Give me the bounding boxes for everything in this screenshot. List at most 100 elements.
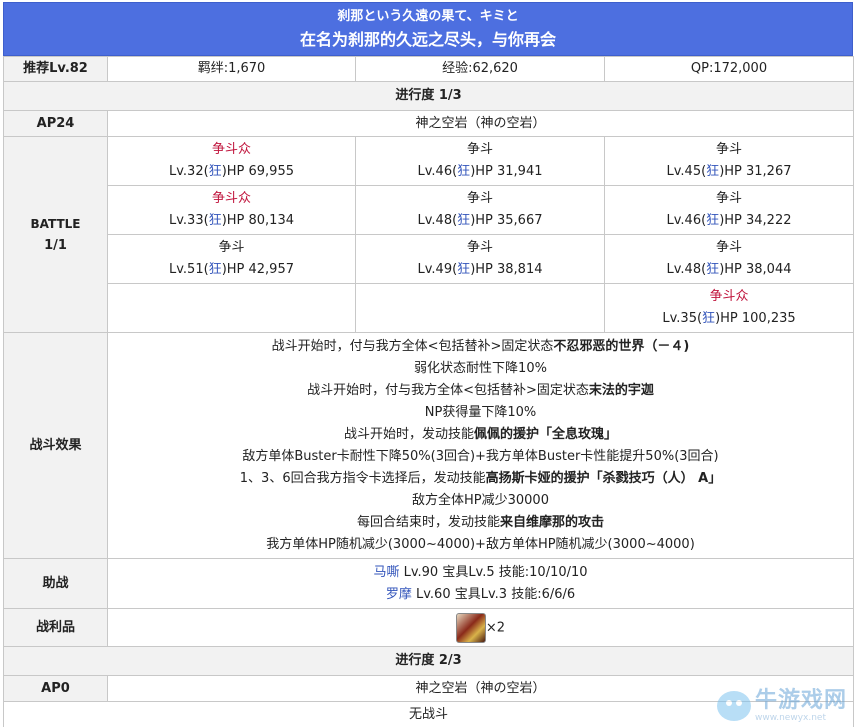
enemy-name: 争斗 bbox=[715, 240, 742, 255]
enemy-stats: Lv.33(狂)HP 80,134 bbox=[108, 210, 355, 232]
effect-line: 弱化状态耐性下降10% bbox=[108, 358, 853, 380]
ap-cost-1: AP24 bbox=[3, 110, 108, 137]
effect-line: 敌方全体HP减少30000 bbox=[108, 490, 853, 512]
enemy-name: 争斗 bbox=[715, 142, 742, 157]
enemy-level: Lv.48( bbox=[417, 213, 458, 228]
support-detail: Lv.90 宝具Lv.5 技能:10/10/10 bbox=[399, 564, 588, 580]
enemy-class-link[interactable]: 狂 bbox=[702, 311, 715, 326]
enemy-hp: )HP 34,222 bbox=[719, 213, 792, 228]
enemy-cell: 争斗众 Lv.32(狂)HP 69,955 bbox=[107, 136, 356, 186]
quest-header: 刹那という久遠の果て、キミと 在名为刹那的久远之尽头，与你再会 bbox=[3, 2, 853, 56]
enemy-cell: 争斗众 Lv.33(狂)HP 80,134 bbox=[107, 185, 356, 235]
effects-label: 战斗效果 bbox=[3, 332, 108, 559]
enemy-class-link[interactable]: 狂 bbox=[457, 262, 470, 277]
empty-enemy-cell bbox=[355, 283, 605, 333]
enemy-name: 争斗 bbox=[466, 142, 493, 157]
battle-title: BATTLE bbox=[30, 216, 81, 231]
support-label: 助战 bbox=[3, 558, 108, 609]
enemy-hp: )HP 31,941 bbox=[470, 164, 543, 179]
enemy-cell: 争斗 Lv.46(狂)HP 34,222 bbox=[604, 185, 854, 235]
empty-enemy-cell bbox=[107, 283, 356, 333]
enemy-name: 争斗 bbox=[466, 191, 493, 206]
enemy-level: Lv.49( bbox=[417, 262, 458, 277]
drops-label: 战利品 bbox=[3, 608, 108, 647]
enemy-hp: )HP 69,955 bbox=[221, 164, 294, 179]
effect-line: 我方单体HP随机减少(3000~4000)+敌方单体HP随机减少(3000~40… bbox=[108, 534, 853, 556]
battle-label: BATTLE 1/1 bbox=[3, 136, 108, 333]
enemy-stats: Lv.48(狂)HP 38,044 bbox=[605, 259, 853, 281]
enemy-level: Lv.46( bbox=[666, 213, 707, 228]
enemy-name: 争斗 bbox=[466, 240, 493, 255]
enemy-stats: Lv.35(狂)HP 100,235 bbox=[605, 308, 853, 330]
enemy-level: Lv.48( bbox=[666, 262, 707, 277]
enemy-cell: 争斗 Lv.51(狂)HP 42,957 bbox=[107, 234, 356, 284]
enemy-name: 争斗 bbox=[218, 240, 245, 255]
enemy-hp: )HP 100,235 bbox=[715, 311, 796, 326]
enemy-cell: 争斗 Lv.45(狂)HP 31,267 bbox=[604, 136, 854, 186]
enemy-stats: Lv.45(狂)HP 31,267 bbox=[605, 161, 853, 183]
enemy-cell: 争斗 Lv.46(狂)HP 31,941 bbox=[355, 136, 605, 186]
quest-panel: 刹那という久遠の果て、キミと 在名为刹那的久远之尽头，与你再会 推荐Lv.82 … bbox=[3, 2, 854, 727]
enemy-stats: Lv.46(狂)HP 31,941 bbox=[356, 161, 604, 183]
enemy-stats: Lv.32(狂)HP 69,955 bbox=[108, 161, 355, 183]
enemy-level: Lv.32( bbox=[168, 164, 209, 179]
watermark-name: 牛游戏网 bbox=[754, 688, 847, 713]
quest-table: 推荐Lv.82 羁绊:1,670 经验:62,620 QP:172,000 进行… bbox=[3, 56, 854, 727]
effect-line: 战斗开始时，付与我方全体<包括替补>固定状态末法的宇迦 bbox=[108, 380, 853, 402]
drop-count: ×2 bbox=[485, 620, 506, 635]
effect-line: 战斗开始时，付与我方全体<包括替补>固定状态不忍邪恶的世界（－４) bbox=[108, 336, 853, 358]
enemy-cell: 争斗 Lv.49(狂)HP 38,814 bbox=[355, 234, 605, 284]
material-item-icon[interactable] bbox=[455, 612, 486, 643]
effect-line: 战斗开始时，发动技能佩佩的援护「全息玫瑰」 bbox=[108, 424, 853, 446]
enemy-class-link[interactable]: 狂 bbox=[706, 262, 719, 277]
effects-list: 战斗开始时，付与我方全体<包括替补>固定状态不忍邪恶的世界（－４) 弱化状态耐性下… bbox=[107, 332, 854, 559]
support-detail: Lv.60 宝具Lv.3 技能:6/6/6 bbox=[411, 586, 576, 602]
effect-text: 1、3、6回合我方指令卡选择后，发动技能 bbox=[239, 471, 486, 486]
enemy-name: 争斗众 bbox=[709, 289, 749, 304]
drops-list: ×2 bbox=[107, 608, 854, 647]
effect-text: 战斗开始时，付与我方全体<包括替补>固定状态 bbox=[271, 339, 554, 354]
site-watermark: 牛游戏网 www.newyx.net bbox=[716, 688, 847, 723]
enemy-hp: )HP 35,667 bbox=[470, 213, 543, 228]
enemy-class-link[interactable]: 狂 bbox=[706, 213, 719, 228]
enemy-stats: Lv.51(狂)HP 42,957 bbox=[108, 259, 355, 281]
quest-title-cn: 在名为刹那的久远之尽头，与你再会 bbox=[299, 30, 556, 49]
enemy-stats: Lv.49(狂)HP 38,814 bbox=[356, 259, 604, 281]
enemy-class-link[interactable]: 狂 bbox=[457, 164, 470, 179]
quest-title-jp: 刹那という久遠の果て、キミと bbox=[337, 9, 519, 24]
enemy-hp: )HP 80,134 bbox=[221, 213, 294, 228]
enemy-hp: )HP 38,044 bbox=[719, 262, 792, 277]
ap-cost-2: AP0 bbox=[3, 675, 108, 702]
enemy-class-link[interactable]: 狂 bbox=[457, 213, 470, 228]
enemy-class-link[interactable]: 狂 bbox=[209, 164, 222, 179]
effect-skill-name: 来自维摩那的攻击 bbox=[500, 515, 605, 530]
effect-text: 敌方单体Buster卡耐性下降50%(3回合)+我方单体Buster卡性能提升5… bbox=[242, 449, 719, 464]
effect-line: 敌方单体Buster卡耐性下降50%(3回合)+我方单体Buster卡性能提升5… bbox=[108, 446, 853, 468]
support-servant-link[interactable]: 罗摩 bbox=[386, 587, 412, 602]
rec-level: 推荐Lv.82 bbox=[3, 56, 108, 82]
bond-value: 羁绊:1,670 bbox=[107, 56, 356, 82]
enemy-level: Lv.33( bbox=[168, 213, 209, 228]
enemy-name: 争斗 bbox=[715, 191, 742, 206]
effect-text: 每回合结束时，发动技能 bbox=[356, 515, 500, 530]
effect-text: NP获得量下降10% bbox=[424, 405, 537, 420]
enemy-class-link[interactable]: 狂 bbox=[209, 262, 222, 277]
effect-line: 1、3、6回合我方指令卡选择后，发动技能高扬斯卡娅的援护「杀戮技巧（人） A」 bbox=[108, 468, 853, 490]
support-list: 马嘶 Lv.90 宝具Lv.5 技能:10/10/10 罗摩 Lv.60 宝具L… bbox=[107, 558, 854, 609]
enemy-class-link[interactable]: 狂 bbox=[706, 164, 719, 179]
effect-text: 敌方全体HP减少30000 bbox=[412, 493, 549, 508]
effect-text: 战斗开始时，发动技能 bbox=[343, 427, 474, 442]
support-item: 马嘶 Lv.90 宝具Lv.5 技能:10/10/10 bbox=[108, 562, 853, 584]
support-servant-link[interactable]: 马嘶 bbox=[373, 565, 399, 580]
enemy-level: Lv.51( bbox=[168, 262, 209, 277]
enemy-name: 争斗众 bbox=[211, 191, 251, 206]
enemy-hp: )HP 31,267 bbox=[719, 164, 792, 179]
effect-skill-name: 高扬斯卡娅的援护「杀戮技巧（人） A」 bbox=[485, 471, 722, 486]
support-item: 罗摩 Lv.60 宝具Lv.3 技能:6/6/6 bbox=[108, 584, 853, 606]
effect-skill-name: 不忍邪恶的世界（－４) bbox=[553, 339, 690, 354]
effect-text: 弱化状态耐性下降10% bbox=[414, 361, 547, 376]
enemy-class-link[interactable]: 狂 bbox=[209, 213, 222, 228]
mascot-logo-icon bbox=[716, 691, 751, 721]
enemy-cell: 争斗 Lv.48(狂)HP 35,667 bbox=[355, 185, 605, 235]
effect-text: 战斗开始时，付与我方全体<包括替补>固定状态 bbox=[307, 383, 589, 398]
